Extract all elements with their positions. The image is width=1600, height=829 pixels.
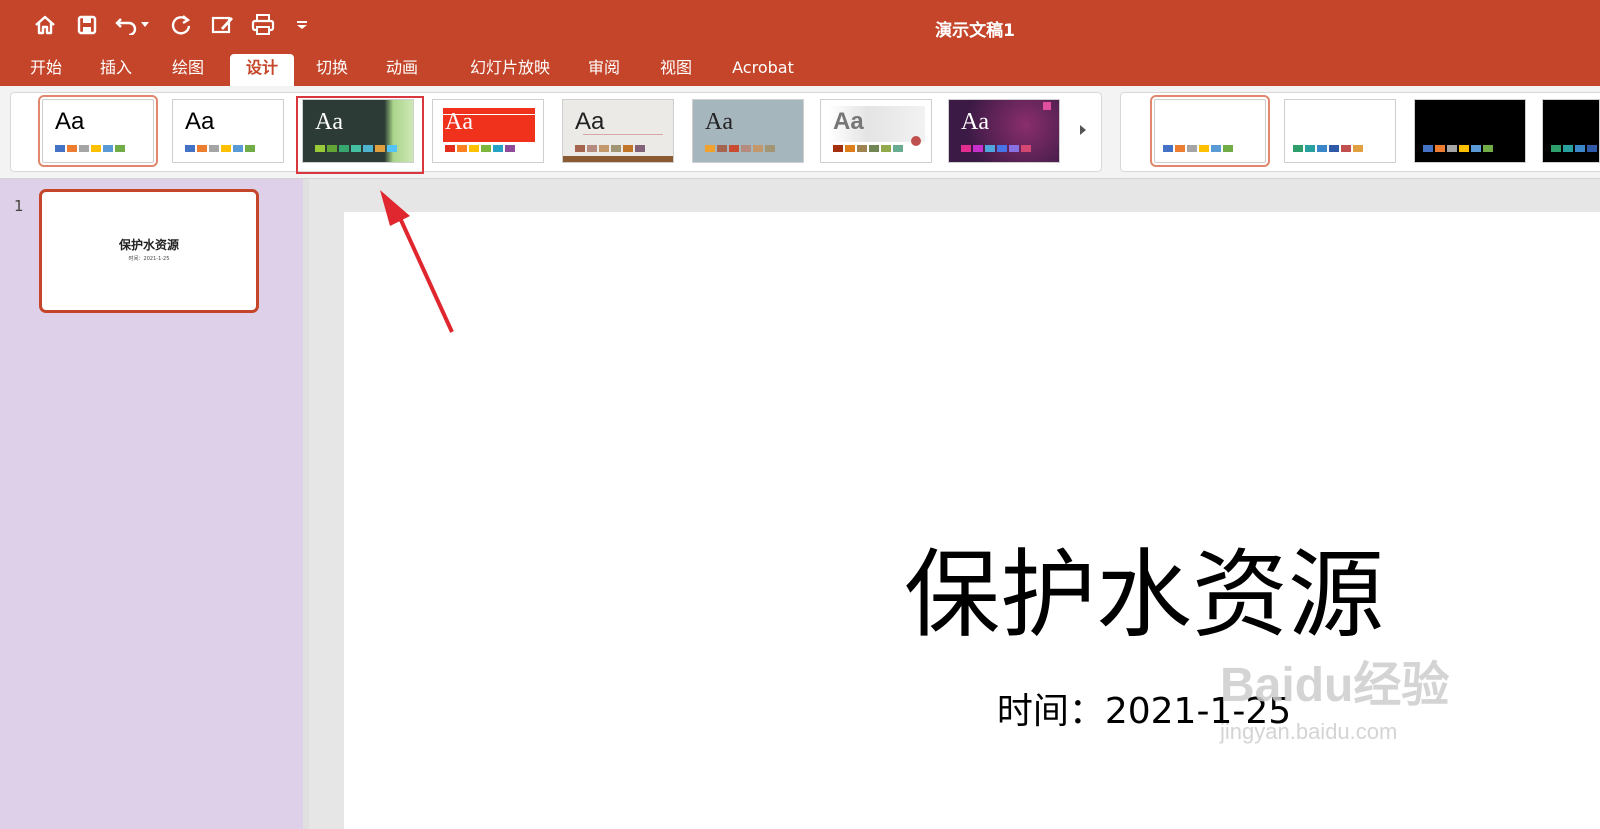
undo-icon[interactable] [114, 12, 140, 38]
thumbnail-subtitle: 时间：2021-1-25 [128, 256, 170, 262]
theme-thumbnail-2[interactable]: Aa [172, 99, 284, 163]
theme-thumbnail-slate[interactable]: Aa [692, 99, 804, 163]
theme-thumbnail-dark-green[interactable]: Aa [302, 99, 414, 163]
tab-slideshow[interactable]: 幻灯片放映 [452, 54, 568, 86]
slide-number: 1 [14, 197, 24, 215]
save-icon[interactable] [74, 12, 100, 38]
theme-color-swatches [961, 145, 1033, 152]
tab-view[interactable]: 视图 [644, 54, 708, 86]
slide-subtitle[interactable]: 时间：2021-1-25 [944, 690, 1344, 734]
theme-sample-text: Aa [961, 109, 989, 135]
tab-animations[interactable]: 动画 [370, 54, 434, 86]
tab-review[interactable]: 审阅 [572, 54, 636, 86]
theme-sample-text: Aa [315, 109, 343, 135]
customize-dropdown-icon[interactable] [294, 12, 310, 38]
print-icon[interactable] [250, 12, 276, 38]
theme-corner-mark [1043, 102, 1051, 110]
tab-transitions[interactable]: 切换 [300, 54, 364, 86]
theme-sample-text: Aa [445, 109, 473, 135]
redo-icon[interactable] [168, 12, 194, 38]
theme-dot [911, 136, 921, 146]
theme-wood-strip [563, 156, 673, 162]
theme-sample-text: Aa [833, 108, 864, 135]
theme-sample-text: Aa [55, 108, 85, 135]
variant-color-swatches [1551, 145, 1599, 152]
ribbon-tabs: 开始 插入 绘图 设计 切换 动画 幻灯片放映 审阅 视图 Acrobat [0, 54, 1600, 86]
theme-thumbnail-textured[interactable]: Aa [820, 99, 932, 163]
theme-sample-text: Aa [575, 108, 605, 135]
tab-design[interactable]: 设计 [230, 54, 294, 86]
tab-acrobat[interactable]: Acrobat [718, 54, 808, 86]
theme-color-swatches [315, 145, 399, 152]
theme-color-swatches [575, 145, 647, 152]
gallery-next-arrow-icon[interactable] [1078, 122, 1092, 142]
thumbnail-title: 保护水资源 [118, 238, 179, 252]
edit-icon[interactable] [210, 12, 236, 38]
variant-color-swatches [1293, 145, 1365, 152]
theme-color-swatches [445, 145, 517, 152]
variant-color-swatches [1163, 145, 1235, 152]
theme-sample-text: Aa [185, 108, 215, 135]
title-bar: 演示文稿1 [0, 0, 1600, 54]
theme-thumbnail-red[interactable]: Aa [432, 99, 544, 163]
tab-draw[interactable]: 绘图 [156, 54, 220, 86]
undo-dropdown-icon[interactable] [138, 12, 152, 38]
tab-insert[interactable]: 插入 [84, 54, 148, 86]
theme-color-swatches [705, 145, 777, 152]
slide-canvas[interactable]: 保护水资源 时间：2021-1-25 [344, 212, 1600, 829]
design-ribbon: Aa Aa Aa Aa Aa Aa Aa Aa [0, 86, 1600, 179]
home-icon[interactable] [32, 12, 58, 38]
theme-thumbnail-office[interactable]: Aa [38, 95, 158, 167]
variant-thumbnail-1[interactable] [1150, 95, 1270, 167]
slide-thumbnail-pane: 1 保护水资源 时间：2021-1-25 [0, 179, 303, 829]
variant-thumbnail-4[interactable] [1542, 99, 1600, 163]
slide-thumbnail[interactable]: 保护水资源 时间：2021-1-25 [39, 189, 259, 313]
theme-color-swatches [185, 145, 257, 152]
tab-home[interactable]: 开始 [14, 54, 78, 86]
theme-thumbnail-purple[interactable]: Aa [948, 99, 1060, 163]
theme-sample-text: Aa [705, 109, 733, 135]
theme-thumbnail-wood[interactable]: Aa [562, 99, 674, 163]
variant-color-swatches [1423, 145, 1495, 152]
document-title: 演示文稿1 [935, 21, 1015, 41]
variant-thumbnail-3[interactable] [1414, 99, 1526, 163]
theme-color-swatches [833, 145, 905, 152]
variant-thumbnail-2[interactable] [1284, 99, 1396, 163]
slide-title[interactable]: 保护水资源 [884, 540, 1404, 650]
slide-editor: 保护水资源 时间：2021-1-25 [309, 179, 1600, 829]
theme-color-swatches [55, 145, 127, 152]
